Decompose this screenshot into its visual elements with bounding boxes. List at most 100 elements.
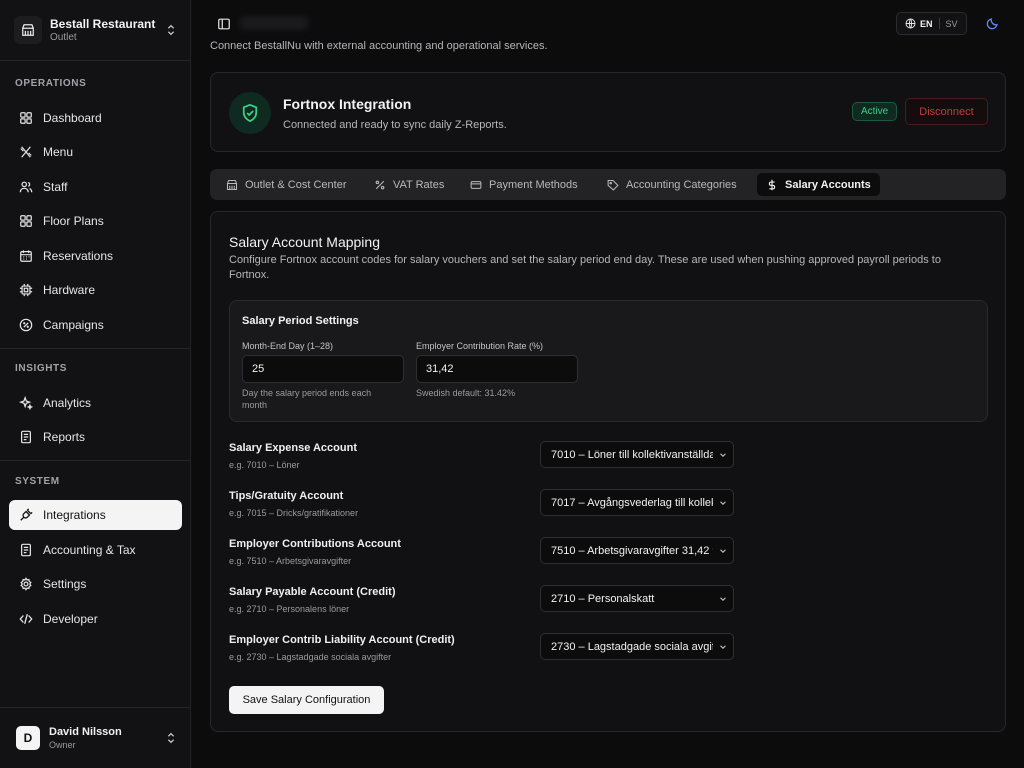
sidebar-item-staff[interactable]: Staff <box>9 172 182 202</box>
section-title: Salary Account Mapping <box>229 234 380 250</box>
account-hint: e.g. 7010 – Löner <box>229 460 300 470</box>
contribution-rate-label: Employer Contribution Rate (%) <box>416 341 544 351</box>
cpu-icon <box>18 282 34 298</box>
document-icon <box>18 542 34 558</box>
outlet-switcher[interactable]: Bestall Restaurant Outlet <box>14 12 178 48</box>
sidebar-item-label: Analytics <box>43 396 92 410</box>
sidebar-item-campaigns[interactable]: Campaigns <box>9 310 182 340</box>
sidebar-item-reports[interactable]: Reports <box>9 422 182 452</box>
outlet-subtitle: Outlet <box>50 31 77 43</box>
lang-option-en[interactable]: EN <box>920 19 933 29</box>
tab-label: Outlet & Cost Center <box>245 178 347 191</box>
page-subtitle: Connect BestallNu with external accounti… <box>210 40 548 52</box>
contribution-rate-help: Swedish default: 31.42% <box>416 388 516 398</box>
layout-grid-icon <box>18 110 34 126</box>
contrib-liability-select[interactable]: 2730 – Lagstadgade sociala avgifter <box>540 633 734 660</box>
sidebar-item-hardware[interactable]: Hardware <box>9 275 182 305</box>
tab-label: Accounting Categories <box>626 178 737 191</box>
lang-option-sv[interactable]: SV <box>946 19 958 29</box>
user-name: David Nilsson <box>49 725 122 738</box>
sidebar-item-label: Floor Plans <box>43 214 104 228</box>
divider <box>0 460 191 461</box>
chevron-down-icon <box>713 497 733 509</box>
account-label: Salary Payable Account (Credit) <box>229 586 396 598</box>
section-label-operations: OPERATIONS <box>15 78 87 89</box>
tag-icon <box>607 179 619 191</box>
utensils-icon <box>18 144 34 160</box>
sidebar-item-settings[interactable]: Settings <box>9 569 182 599</box>
status-badge: Active <box>852 102 898 121</box>
salary-expense-select[interactable]: 7010 – Löner till kollektivanställda <box>540 441 734 468</box>
page-title-blurred <box>239 16 309 30</box>
sidebar-item-developer[interactable]: Developer <box>9 604 182 634</box>
period-title: Salary Period Settings <box>242 315 359 327</box>
salary-payable-select[interactable]: 2710 – Personalskatt <box>540 585 734 612</box>
dollar-icon <box>766 179 778 191</box>
sidebar-item-floor-plans[interactable]: Floor Plans <box>9 206 182 236</box>
tab-accounting-categories[interactable]: Accounting Categories <box>598 173 746 196</box>
section-description: Configure Fortnox account codes for sala… <box>229 254 941 281</box>
tab-payment-methods[interactable]: Payment Methods <box>461 173 587 196</box>
sparkles-icon <box>18 395 34 411</box>
tab-vat-rates[interactable]: VAT Rates <box>365 173 453 196</box>
user-role: Owner <box>49 739 76 750</box>
sidebar-item-label: Developer <box>43 612 98 626</box>
account-hint: e.g. 7510 – Arbetsgivaravgifter <box>229 556 352 566</box>
tab-label: Salary Accounts <box>785 178 871 191</box>
sidebar-item-label: Reservations <box>43 249 114 263</box>
tab-outlet-cost-center[interactable]: Outlet & Cost Center <box>217 173 356 196</box>
percent-icon <box>18 317 34 333</box>
tab-label: VAT Rates <box>393 178 445 191</box>
account-label: Tips/Gratuity Account <box>229 490 344 502</box>
sidebar-item-analytics[interactable]: Analytics <box>9 388 182 418</box>
report-icon <box>18 429 34 445</box>
section-label-system: SYSTEM <box>15 476 60 487</box>
tab-salary-accounts[interactable]: Salary Accounts <box>757 173 880 196</box>
account-label: Employer Contributions Account <box>229 538 401 550</box>
account-label: Employer Contrib Liability Account (Cred… <box>229 634 455 646</box>
month-end-help: Day the salary period ends each month <box>242 388 372 410</box>
section-label-insights: INSIGHTS <box>15 363 68 374</box>
account-hint: e.g. 7015 – Dricks/gratifikationer <box>229 508 359 518</box>
select-value: 2710 – Personalskatt <box>551 592 655 605</box>
language-switcher[interactable]: EN SV <box>896 12 967 35</box>
month-end-day-input[interactable]: 25 <box>242 355 404 383</box>
store-icon <box>226 179 238 191</box>
sidebar-item-reservations[interactable]: Reservations <box>9 241 182 271</box>
code-icon <box>18 611 34 627</box>
salary-period-settings: Salary Period Settings Month-End Day (1–… <box>229 300 988 422</box>
sidebar-item-label: Campaigns <box>43 318 104 332</box>
account-hint: e.g. 2730 – Lagstadgade sociala avgifter <box>229 652 392 662</box>
sidebar-item-dashboard[interactable]: Dashboard <box>9 103 182 133</box>
store-icon <box>14 16 42 44</box>
employer-contributions-select[interactable]: 7510 – Arbetsgivaravgifter 31,42 % <box>540 537 734 564</box>
moon-icon[interactable] <box>986 17 999 30</box>
sidebar-item-menu[interactable]: Menu <box>9 137 182 167</box>
disconnect-button[interactable]: Disconnect <box>905 98 988 125</box>
chevron-down-icon <box>713 545 733 557</box>
account-label: Salary Expense Account <box>229 442 357 454</box>
sidebar-item-label: Settings <box>43 577 87 591</box>
sidebar-item-label: Accounting & Tax <box>43 543 136 557</box>
select-value: 2730 – Lagstadgade sociala avgifter <box>551 640 713 653</box>
globe-icon <box>905 18 916 29</box>
user-menu[interactable]: D David Nilsson Owner <box>16 724 178 752</box>
sidebar-toggle-icon[interactable] <box>217 17 231 31</box>
month-end-label: Month-End Day (1–28) <box>242 341 334 351</box>
chevrons-up-down-icon <box>167 732 175 744</box>
sidebar-item-label: Dashboard <box>43 111 102 125</box>
tips-gratuity-select[interactable]: 7017 – Avgångsvederlag till kollektivans… <box>540 489 734 516</box>
sidebar-item-integrations[interactable]: Integrations <box>9 500 182 530</box>
divider <box>0 707 191 708</box>
sidebar-item-accounting-tax[interactable]: Accounting & Tax <box>9 535 182 565</box>
sidebar-item-label: Hardware <box>43 283 96 297</box>
floor-plan-icon <box>18 213 34 229</box>
chevron-down-icon <box>713 593 733 605</box>
contribution-rate-input[interactable]: 31,42 <box>416 355 578 383</box>
save-salary-configuration-button[interactable]: Save Salary Configuration <box>229 686 384 714</box>
avatar: D <box>16 726 40 750</box>
salary-mapping-card: Salary Account Mapping Configure Fortnox… <box>210 211 1006 732</box>
divider <box>0 60 191 61</box>
account-hint: e.g. 2710 – Personalens löner <box>229 604 350 614</box>
tab-label: Payment Methods <box>489 178 578 191</box>
